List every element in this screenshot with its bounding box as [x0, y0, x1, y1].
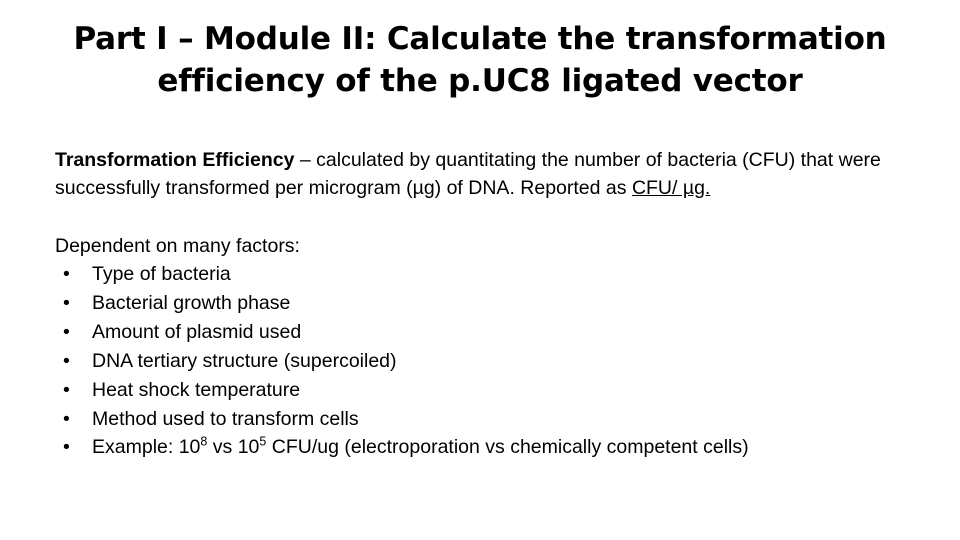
- bullet-marker-icon: •: [63, 349, 70, 372]
- list-item-label: Amount of plasmid used: [92, 320, 302, 343]
- title-line-2: efficiency of the p.UC8 ligated vector: [157, 63, 803, 99]
- list-item: • Method used to transform cells: [55, 405, 935, 434]
- list-item-label: Method used to transform cells: [92, 407, 359, 430]
- definition-paragraph: Transformation Efficiency – calculated b…: [55, 146, 935, 203]
- slide-title: Part I – Module II: Calculate the transf…: [60, 18, 900, 102]
- slide-body: Transformation Efficiency – calculated b…: [55, 126, 935, 462]
- bullet-marker-icon: •: [63, 378, 70, 401]
- list-item: • Amount of plasmid used: [55, 318, 935, 347]
- list-item-label: DNA tertiary structure (supercoiled): [92, 349, 397, 372]
- list-item: • Type of bacteria: [55, 260, 935, 289]
- factors-heading: Dependent on many factors:: [55, 234, 300, 257]
- definition-term: Transformation Efficiency: [55, 148, 295, 171]
- list-item-example: • Example: 108 vs 105 CFU/ug (electropora…: [55, 433, 935, 462]
- bullet-marker-icon: •: [63, 407, 70, 430]
- list-item-label: Bacterial growth phase: [92, 291, 291, 314]
- list-item-label: Heat shock temperature: [92, 378, 301, 401]
- example-prefix: Example: 10: [92, 436, 201, 459]
- example-suffix: CFU/ug (electroporation vs chemically co…: [266, 436, 749, 459]
- bullet-marker-icon: •: [63, 263, 70, 285]
- bullet-marker-icon: •: [63, 291, 70, 314]
- list-item-label: Type of bacteria: [92, 263, 231, 285]
- slide-canvas: Part I – Module II: Calculate the transf…: [0, 0, 960, 540]
- bullet-marker-icon: •: [63, 436, 70, 459]
- example-middle: vs 10: [207, 436, 260, 459]
- list-item: • Bacterial growth phase: [55, 289, 935, 318]
- bullet-marker-icon: •: [63, 320, 70, 343]
- list-item: • Heat shock temperature: [55, 376, 935, 405]
- definition-units: CFU/ µg.: [631, 177, 711, 199]
- factors-list: • Type of bacteria • Bacterial growth phas…: [55, 260, 935, 462]
- list-item: • DNA tertiary structure (supercoiled): [55, 347, 935, 376]
- title-line-1: Part I – Module II: Calculate the transf…: [73, 21, 887, 57]
